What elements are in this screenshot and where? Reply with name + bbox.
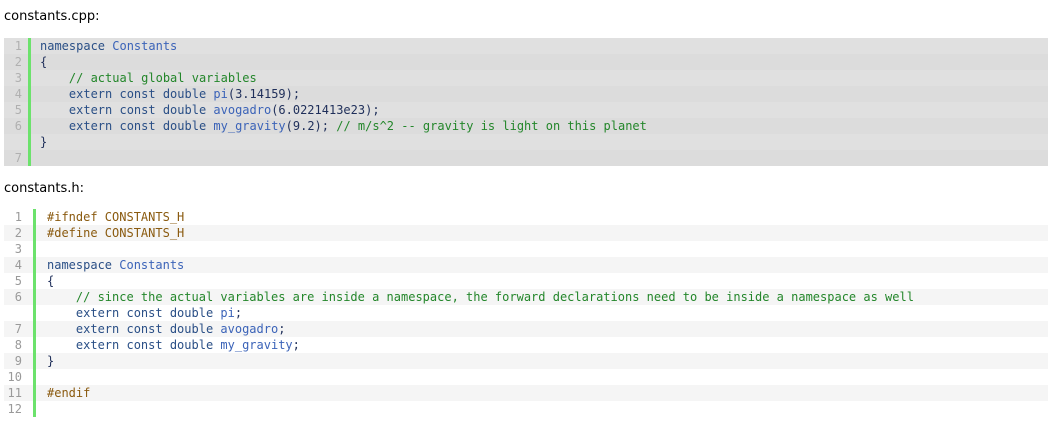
code-token: // actual global variables	[40, 71, 257, 85]
code-text: extern const double avogadro(6.0221413e2…	[40, 102, 380, 118]
code-token: extern const double	[47, 306, 221, 320]
line-number: 3	[14, 71, 22, 85]
code-text: namespace Constants	[47, 257, 184, 273]
code-token: (9.2);	[285, 119, 337, 133]
line-number: 10	[7, 370, 22, 384]
code-text: // since the actual variables are inside…	[47, 289, 914, 305]
line-number: 9	[14, 354, 22, 368]
code-line: 2{	[4, 54, 1048, 70]
code-line: 5 extern const double avogadro(6.0221413…	[4, 102, 1048, 118]
code-token: #define CONSTANTS_H	[47, 226, 185, 240]
code-text: extern const double pi(3.14159);	[40, 86, 300, 102]
code-text: #endif	[47, 385, 90, 401]
code-line: 8 extern const double my_gravity;	[4, 337, 1048, 353]
line-number: 4	[14, 258, 22, 272]
code-token: extern const double	[47, 338, 221, 352]
code-line: 4 extern const double pi(3.14159);	[4, 86, 1048, 102]
code-token: Constants	[112, 39, 178, 53]
code-token: extern const double	[40, 87, 214, 101]
line-number: 1	[14, 210, 22, 224]
code-token: {	[47, 274, 55, 288]
code-token: extern const double	[40, 119, 214, 133]
code-text: {	[47, 273, 54, 289]
line-number: 6	[14, 119, 22, 133]
gutter-bar	[33, 209, 36, 417]
code-line: 6 // since the actual variables are insi…	[4, 289, 1048, 305]
code-token: // m/s^2 -- gravity is light on this pla…	[336, 119, 647, 133]
line-number: 4	[14, 87, 22, 101]
line-number: 2	[14, 226, 22, 240]
code-token: ;	[292, 338, 300, 352]
code-line: 2 #define CONSTANTS_H	[4, 225, 1048, 241]
code-line: 1 namespace Constants	[4, 38, 1048, 54]
code-line: 12	[4, 401, 1048, 417]
code-line: 4 namespace Constants	[4, 257, 1048, 273]
code-token: extern const double	[40, 103, 214, 117]
code-block-h: 1 #ifndef CONSTANTS_H 2 #define CONSTANTS_H…	[4, 209, 1048, 417]
code-line: 10	[4, 369, 1048, 385]
code-line: 3	[4, 241, 1048, 257]
code-token: }	[40, 135, 48, 149]
line-number: 5	[14, 103, 22, 117]
code-block-cpp: 1 namespace Constants 2{3 // actual global…	[4, 38, 1048, 166]
code-token: Constants	[119, 258, 185, 272]
code-token: #endif	[47, 386, 91, 400]
code-text: // actual global variables	[40, 70, 257, 86]
code-text: extern const double my_gravity(9.2); // …	[40, 118, 647, 134]
code-token: pi	[220, 306, 235, 320]
code-token: {	[40, 55, 48, 69]
code-line: extern const double pi;	[4, 305, 1048, 321]
code-token: extern const double	[47, 322, 221, 336]
code-line: 3 // actual global variables	[4, 70, 1048, 86]
line-number: 6	[14, 290, 22, 304]
code-text: extern const double my_gravity;	[47, 337, 300, 353]
line-number: 1	[14, 39, 22, 53]
code-token: avogadro	[213, 103, 272, 117]
code-token: pi	[213, 87, 228, 101]
code-token: (6.0221413e23);	[271, 103, 380, 117]
code-text: }	[40, 134, 47, 150]
code-line: 11 #endif	[4, 385, 1048, 401]
code-text: {	[40, 54, 47, 70]
code-text: #define CONSTANTS_H	[47, 225, 184, 241]
line-number: 2	[14, 55, 22, 69]
line-number: 7	[14, 322, 22, 336]
line-number: 12	[7, 402, 22, 416]
code-token: }	[47, 354, 55, 368]
code-token: ;	[278, 322, 286, 336]
code-token: #ifndef CONSTANTS_H	[47, 210, 185, 224]
gutter-bar	[28, 38, 31, 166]
file-label-h: constants.h:	[4, 181, 85, 196]
file-label-cpp: constants.cpp:	[4, 9, 100, 24]
code-line: 7 extern const double avogadro;	[4, 321, 1048, 337]
line-number: 7	[14, 151, 22, 165]
code-token: namespace	[40, 39, 113, 53]
code-line: 7	[4, 150, 1048, 166]
code-token: my_gravity	[220, 338, 293, 352]
line-number: 11	[7, 386, 22, 400]
code-line: 1 #ifndef CONSTANTS_H	[4, 209, 1048, 225]
line-number: 3	[14, 242, 22, 256]
code-token: ;	[234, 306, 243, 320]
code-token: // since the actual variables are inside…	[47, 290, 914, 304]
code-line: }	[4, 134, 1048, 150]
code-token: my_gravity	[213, 119, 286, 133]
code-token: namespace	[47, 258, 120, 272]
code-text: namespace Constants	[40, 38, 177, 54]
code-text: extern const double avogadro;	[47, 321, 286, 337]
code-token: avogadro	[220, 322, 279, 336]
line-number: 8	[14, 338, 22, 352]
code-token: (3.14159);	[227, 87, 301, 101]
code-line: 9}	[4, 353, 1048, 369]
code-text: }	[47, 353, 54, 369]
code-line: 5{	[4, 273, 1048, 289]
code-line: 6 extern const double my_gravity(9.2); /…	[4, 118, 1048, 134]
line-number: 5	[14, 274, 22, 288]
code-text: extern const double pi;	[47, 305, 242, 321]
code-text: #ifndef CONSTANTS_H	[47, 209, 184, 225]
